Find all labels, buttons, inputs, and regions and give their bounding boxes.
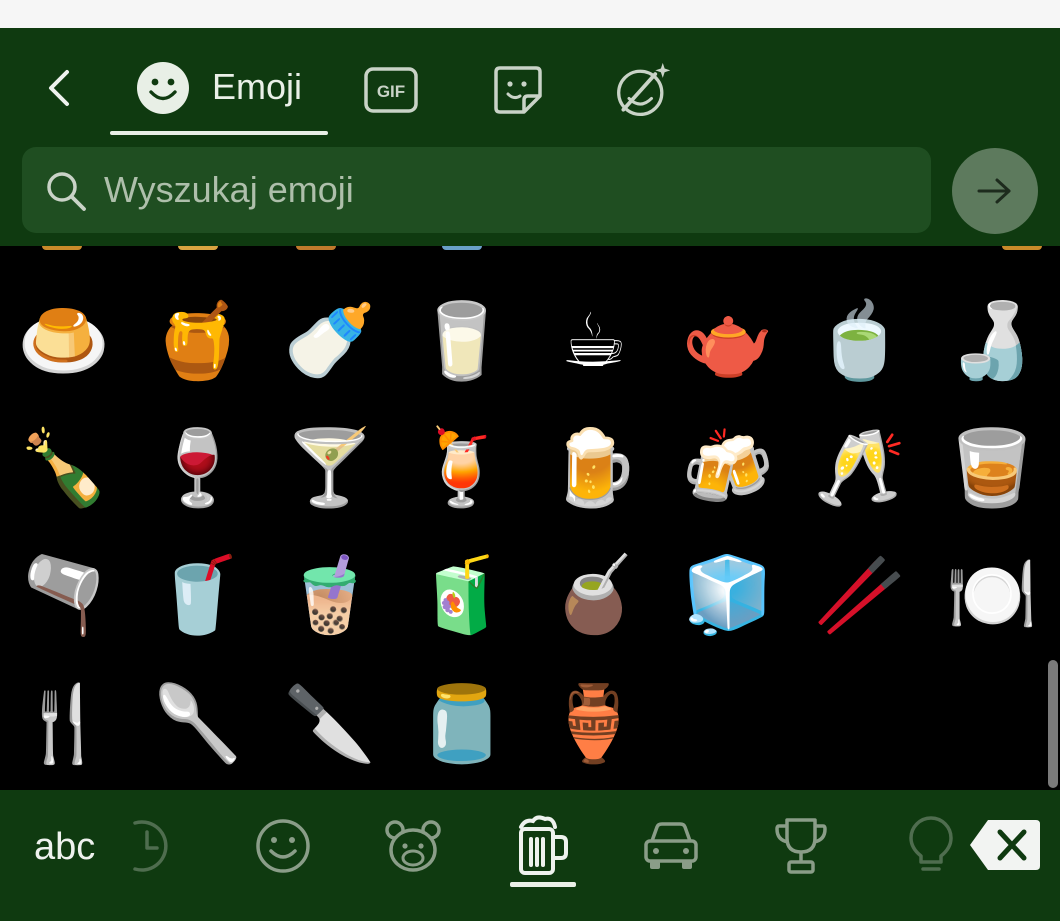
emoji-cell[interactable]: 🍻 [673, 413, 783, 523]
emoji-cell[interactable]: 🍾 [9, 413, 119, 523]
emoji-cell[interactable]: 🫗 [9, 540, 119, 650]
category-objects[interactable] [896, 814, 966, 878]
chevron-left-icon [49, 70, 69, 106]
status-strip [0, 0, 1060, 28]
emoji-cell[interactable]: ☕ [539, 286, 649, 396]
emoji-cell[interactable]: 🍹 [407, 413, 517, 523]
category-bar: abc [0, 790, 1060, 921]
emoji-cell[interactable]: 🍽️ [937, 540, 1047, 650]
emoji-cell[interactable]: 🥤 [143, 540, 253, 650]
trophy-icon [775, 818, 827, 874]
backspace-button[interactable] [968, 818, 1042, 872]
bear-icon [385, 820, 441, 872]
emoji-grid: 🍮 🍯 🍼 🥛 ☕ 🫖 🍵 🍶 🍾 🍷 🍸 🍹 🍺 🍻 🥂 🥃 🫗 🥤 🧋 🧃 🧉 🧊 🥢 🍽️ 🍴 🥄 🔪 🫙 🏺 [0, 246, 1060, 790]
emoji-cell[interactable]: 🥃 [937, 413, 1047, 523]
clock-icon [133, 820, 168, 872]
active-category-indicator [510, 882, 576, 887]
emoji-cell[interactable]: 🧉 [539, 540, 649, 650]
emoji-cell[interactable]: 🧃 [407, 540, 517, 650]
emoji-cell[interactable]: 🫖 [673, 286, 783, 396]
emoji-cell[interactable]: 🥄 [143, 669, 253, 779]
emoji-cell[interactable]: 🍴 [9, 669, 119, 779]
category-travel[interactable] [636, 814, 706, 878]
beer-mug-icon [519, 815, 568, 875]
emoji-cell[interactable]: 🍯 [143, 286, 253, 396]
smiley-icon [137, 62, 189, 114]
emoji-cell[interactable]: 🏺 [539, 669, 649, 779]
search-placeholder: Wyszukaj emoji [104, 169, 354, 210]
category-recent[interactable] [112, 814, 182, 878]
sparkle-smiley-icon [617, 62, 671, 117]
emoji-cell[interactable]: 🍮 [9, 286, 119, 396]
back-button[interactable] [38, 58, 82, 118]
category-food-drink[interactable] [508, 814, 578, 878]
partial-emoji [1002, 246, 1042, 250]
category-smileys[interactable] [248, 814, 318, 878]
partial-emoji [42, 246, 82, 250]
active-tab-indicator [110, 131, 328, 135]
partial-emoji [296, 246, 336, 250]
svg-text:GIF: GIF [377, 82, 405, 101]
emoji-cell[interactable]: 🍶 [937, 286, 1047, 396]
lightbulb-icon [909, 816, 953, 871]
emoji-cell[interactable]: 🍷 [143, 413, 253, 523]
emoji-cell[interactable]: 🍵 [805, 286, 915, 396]
emoji-cell[interactable]: 🫙 [407, 669, 517, 779]
tab-emoji[interactable]: Emoji [110, 55, 328, 137]
gif-icon: GIF [364, 67, 418, 113]
smiley-outline-icon [256, 819, 310, 873]
search-field[interactable]: Wyszukaj emoji [22, 147, 931, 233]
emoji-cell[interactable]: 🍸 [275, 413, 385, 523]
category-activities[interactable] [766, 814, 836, 878]
tab-stickers[interactable] [488, 60, 548, 120]
sticker-icon [494, 66, 542, 114]
search-go-button[interactable] [952, 148, 1038, 234]
scrollbar[interactable] [1048, 660, 1058, 788]
tab-gif[interactable]: GIF [361, 60, 421, 120]
tab-emoji-kitchen[interactable] [614, 60, 674, 120]
emoji-cell[interactable]: 🍼 [275, 286, 385, 396]
tab-emoji-label: Emoji [212, 66, 303, 107]
emoji-cell[interactable]: 🥢 [805, 540, 915, 650]
arrow-right-icon [977, 178, 1011, 204]
emoji-cell[interactable]: 🧊 [673, 540, 783, 650]
emoji-cell[interactable]: 🥛 [407, 286, 517, 396]
search-icon [47, 172, 86, 211]
category-animals[interactable] [378, 814, 448, 878]
emoji-cell[interactable]: 🍺 [539, 413, 649, 523]
car-icon [644, 822, 698, 869]
abc-button[interactable]: abc [34, 826, 95, 869]
partial-emoji [442, 246, 482, 250]
emoji-cell[interactable]: 🧋 [275, 540, 385, 650]
emoji-cell[interactable]: 🔪 [275, 669, 385, 779]
partial-emoji [178, 246, 218, 250]
emoji-cell[interactable]: 🥂 [805, 413, 915, 523]
